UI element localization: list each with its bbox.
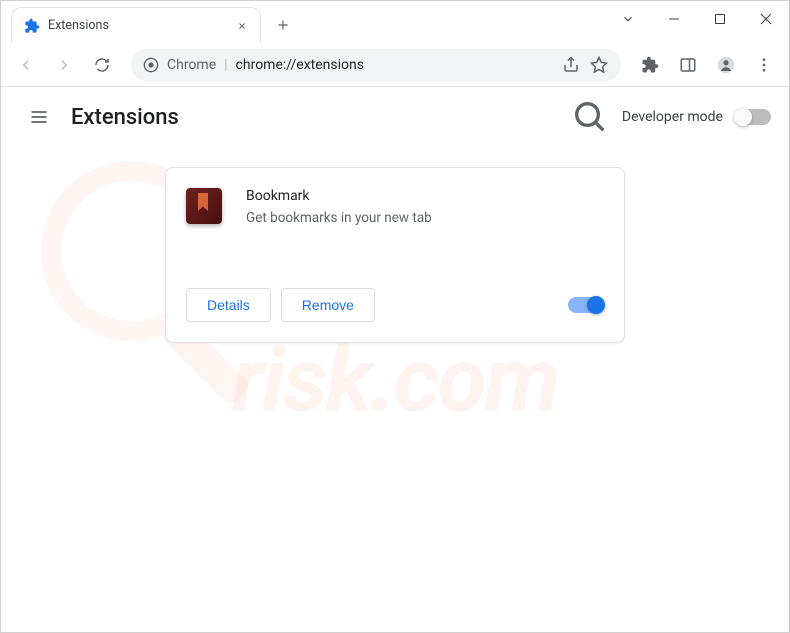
tab-search-button[interactable] [605, 1, 651, 37]
sidepanel-icon[interactable] [671, 48, 705, 82]
extension-icon-container [186, 188, 226, 228]
window-controls [605, 1, 789, 37]
search-button[interactable] [570, 97, 610, 137]
extensions-content: Bookmark Get bookmarks in your new tab D… [1, 147, 789, 363]
forward-button[interactable] [47, 48, 81, 82]
extension-info: Bookmark Get bookmarks in your new tab [246, 188, 432, 228]
minimize-button[interactable] [651, 1, 697, 37]
extensions-page-header: Extensions Developer mode [1, 87, 789, 147]
window-titlebar: Extensions [1, 1, 789, 43]
omnibox-prefix: Chrome [167, 57, 216, 73]
menu-kebab-icon[interactable] [747, 48, 781, 82]
extension-name: Bookmark [246, 188, 432, 204]
page-title: Extensions [71, 105, 179, 130]
browser-tab[interactable]: Extensions [11, 7, 261, 43]
tab-title: Extensions [48, 18, 234, 33]
share-icon[interactable] [561, 55, 581, 75]
chrome-logo-icon [143, 57, 159, 73]
bookmark-star-icon[interactable] [589, 55, 609, 75]
extension-card: Bookmark Get bookmarks in your new tab D… [165, 167, 625, 343]
maximize-button[interactable] [697, 1, 743, 37]
extension-card-top: Bookmark Get bookmarks in your new tab [186, 188, 604, 228]
omnibox-separator: | [224, 57, 227, 73]
tab-close-button[interactable] [234, 18, 250, 34]
extension-toggle-container [568, 297, 604, 313]
developer-mode-label: Developer mode [622, 109, 723, 125]
extensions-icon[interactable] [633, 48, 667, 82]
omnibox-url: chrome://extensions [236, 57, 553, 73]
back-button[interactable] [9, 48, 43, 82]
reload-button[interactable] [85, 48, 119, 82]
profile-avatar-icon[interactable] [709, 48, 743, 82]
hamburger-menu-button[interactable] [19, 97, 59, 137]
developer-mode-toggle[interactable] [735, 109, 771, 125]
extension-enable-toggle[interactable] [568, 297, 604, 313]
remove-button[interactable]: Remove [281, 288, 375, 322]
details-button[interactable]: Details [186, 288, 271, 322]
extension-description: Get bookmarks in your new tab [246, 210, 432, 226]
new-tab-button[interactable] [269, 11, 297, 39]
extension-puzzle-icon [24, 18, 40, 34]
close-window-button[interactable] [743, 1, 789, 37]
header-right: Developer mode [570, 97, 771, 137]
bookmark-extension-icon [186, 188, 222, 224]
browser-toolbar: Chrome | chrome://extensions [1, 43, 789, 87]
address-bar[interactable]: Chrome | chrome://extensions [131, 49, 621, 81]
extension-card-actions: Details Remove [186, 288, 604, 322]
